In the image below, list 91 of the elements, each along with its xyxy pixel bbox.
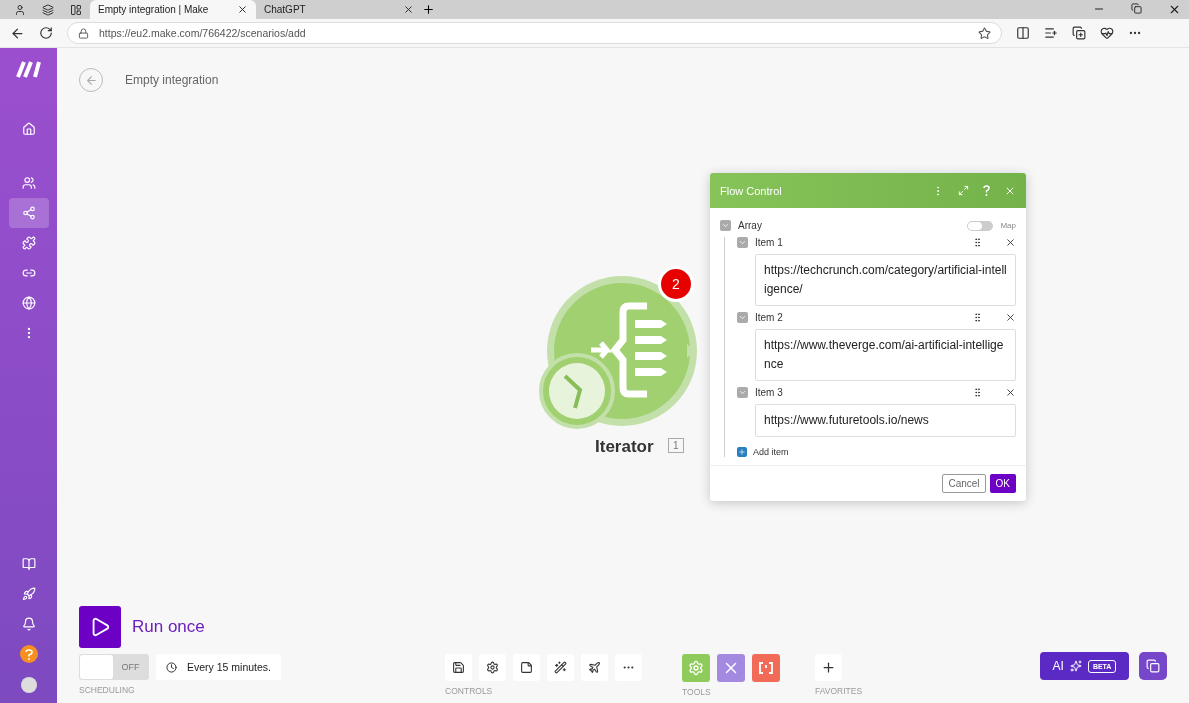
toggle-label: OFF [120, 662, 141, 672]
restore-icon[interactable] [1131, 3, 1142, 14]
collapse-toggle[interactable] [737, 237, 748, 248]
item-label: Item 1 [755, 237, 784, 248]
input-field[interactable]: https://www.theverge.com/ai-artificial-intelligence [755, 329, 1016, 381]
input-field[interactable]: https://techcrunch.com/category/artificial-intelligence/ [755, 254, 1016, 306]
avatar[interactable] [20, 677, 37, 693]
collapse-toggle[interactable] [720, 220, 731, 231]
ai-label: AI [1052, 659, 1064, 673]
section-label: TOOLS [682, 687, 712, 697]
wrench-tool-button[interactable] [717, 654, 746, 682]
remove-icon[interactable] [1005, 312, 1016, 323]
ok-button[interactable]: OK [989, 474, 1016, 493]
drag-handle-icon[interactable] [972, 387, 983, 398]
favorites-icon[interactable] [1044, 26, 1058, 40]
module-number: 1 [668, 438, 684, 453]
settings-button[interactable] [479, 654, 507, 681]
schedule-button[interactable]: Every 15 minutes. [156, 654, 282, 680]
dialog-title: Flow Control [720, 184, 783, 197]
section-label: FAVORITES [815, 686, 863, 696]
browser-tab[interactable]: Empty integration | Make [90, 0, 256, 19]
remove-icon[interactable] [1005, 387, 1016, 398]
plane-icon [588, 661, 602, 674]
browser-tab[interactable]: ChatGPT [256, 0, 422, 19]
field-label: Array [738, 220, 763, 231]
back-arrow-icon [84, 73, 98, 87]
book-icon[interactable] [21, 557, 36, 571]
share-icon [21, 206, 36, 220]
save-icon [452, 661, 466, 674]
rocket-icon[interactable] [21, 587, 36, 601]
cancel-button[interactable]: Cancel [942, 474, 986, 493]
wand-icon [554, 661, 568, 674]
close-icon[interactable] [237, 4, 248, 15]
brackets-icon [759, 662, 774, 674]
add-icon[interactable] [737, 447, 747, 457]
plus-icon [738, 448, 746, 456]
brackets-tool-button[interactable] [752, 654, 781, 682]
notes-button[interactable] [513, 654, 541, 681]
collections-icon[interactable] [1072, 26, 1086, 40]
remove-icon[interactable] [1005, 237, 1016, 248]
flow-button[interactable] [581, 654, 609, 681]
workspaces-icon[interactable] [42, 3, 54, 16]
lock-icon [78, 27, 89, 39]
sparkles-icon [1069, 660, 1082, 672]
input-field[interactable]: https://www.futuretools.io/news [755, 404, 1016, 437]
bell-icon[interactable] [21, 617, 36, 631]
close-icon[interactable] [403, 4, 414, 15]
users-icon [21, 176, 36, 190]
sidebar-item[interactable] [8, 198, 49, 228]
tab-actions-icon[interactable] [70, 3, 82, 16]
section-label: SCHEDULING [79, 685, 136, 695]
map-switch[interactable] [967, 220, 994, 231]
globe-icon [21, 296, 36, 310]
back-icon[interactable] [10, 25, 25, 41]
health-icon[interactable] [1100, 26, 1114, 40]
add-item-link[interactable]: Add item [753, 447, 789, 457]
clock-icon [166, 661, 177, 673]
module-name: Iterator [595, 437, 654, 457]
section-label: CONTROLS [445, 686, 494, 696]
drag-handle-icon[interactable] [972, 237, 983, 248]
item-label: Item 3 [755, 387, 784, 398]
chevron-icon [738, 388, 747, 397]
help-button[interactable] [1139, 652, 1167, 680]
scenario-title: Empty integration [125, 73, 219, 87]
link-icon [21, 266, 36, 280]
collapse-toggle[interactable] [737, 312, 748, 323]
item-label: Item 2 [755, 312, 784, 323]
chevron-icon [738, 313, 747, 322]
note-icon [520, 661, 534, 674]
split-view-icon[interactable] [1016, 26, 1030, 40]
new-tab-icon[interactable] [422, 3, 435, 16]
map-label: Map [1000, 221, 1016, 230]
gear-icon [688, 660, 705, 676]
drag-handle-icon[interactable] [972, 312, 983, 323]
scheduling-switch[interactable]: OFF [79, 654, 149, 680]
run-once-button[interactable] [79, 606, 121, 648]
puzzle-icon [21, 236, 36, 250]
auto-align-button[interactable] [547, 654, 575, 681]
plus-icon [821, 660, 837, 675]
add-favorite-button[interactable] [815, 654, 843, 681]
settings-icon [486, 661, 500, 674]
run-once-label[interactable]: Run once [132, 617, 205, 637]
reload-icon[interactable] [39, 26, 53, 40]
home-icon [21, 122, 36, 136]
profile-icon[interactable] [14, 3, 26, 16]
close-icon[interactable] [1168, 3, 1181, 16]
operations-badge: 2 [658, 266, 694, 302]
collapse-toggle[interactable] [737, 387, 748, 398]
save-button[interactable] [445, 654, 473, 681]
favorite-icon[interactable] [978, 26, 991, 40]
address-bar[interactable]: https://eu2.make.com/766422/scenarios/add [67, 22, 1002, 44]
